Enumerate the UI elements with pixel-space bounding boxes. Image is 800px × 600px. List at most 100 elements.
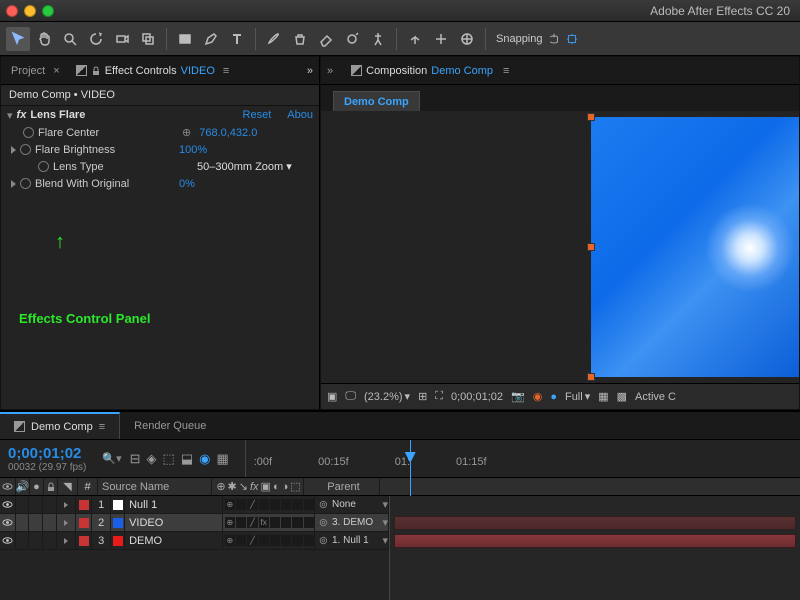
visibility-toggle[interactable] xyxy=(0,514,16,531)
layer-row[interactable]: 3 DEMO⊕╱⊚1. Null 1▾ xyxy=(0,532,389,550)
view-icon[interactable]: ▦ xyxy=(598,390,608,403)
prop-flare-center[interactable]: Flare Center ⊕ 768.0,432.0 xyxy=(1,124,319,141)
layer-name[interactable]: Null 1 xyxy=(125,496,223,513)
lens-flare-preview xyxy=(705,203,795,293)
viewer-footer: ▣ 🖵 (23.2%) ▾ ⊞ ⛶ 0;00;01;02 📷 ◉ ● Full … xyxy=(321,383,799,409)
resolution-dropdown[interactable]: Full ▾ xyxy=(565,390,590,403)
snapping-toggle[interactable]: Snapping xyxy=(496,32,579,46)
text-tool[interactable] xyxy=(225,27,249,51)
motion-blur-icon[interactable]: ◉ xyxy=(199,451,210,467)
rectangle-tool[interactable] xyxy=(173,27,197,51)
axis-world-icon[interactable] xyxy=(429,27,453,51)
timeline-tab-comp[interactable]: Demo Comp ≡ xyxy=(0,412,120,439)
layer-row[interactable]: 2VIDEO⊕╱fx⊚3. DEMO▾ xyxy=(0,514,389,532)
project-tab[interactable]: Project× xyxy=(7,57,64,84)
layer-bar[interactable] xyxy=(394,516,796,530)
grid-icon[interactable]: ⛶ xyxy=(435,390,443,403)
overflow-icon[interactable]: » xyxy=(327,65,333,77)
display-icon[interactable]: 🖵 xyxy=(345,390,356,403)
current-time[interactable]: 0;00;01;02 00032 (29.97 fps) xyxy=(8,445,86,473)
pen-tool[interactable] xyxy=(199,27,223,51)
hand-tool[interactable] xyxy=(32,27,56,51)
effect-controls-tab[interactable]: Effect Controls VIDEO ≡ xyxy=(72,57,234,84)
pan-behind-tool[interactable] xyxy=(136,27,160,51)
view-icon[interactable]: ▩ xyxy=(617,390,627,403)
axis-local-icon[interactable] xyxy=(403,27,427,51)
time-ruler[interactable]: :00f 00:15f 01: 01:15f xyxy=(245,440,792,477)
overflow-icon[interactable]: » xyxy=(307,65,313,77)
viewer-timecode[interactable]: 0;00;01;02 xyxy=(451,391,503,403)
rotation-tool[interactable] xyxy=(84,27,108,51)
layer-bar[interactable] xyxy=(394,534,796,548)
timeline-tracks[interactable] xyxy=(390,496,800,600)
transform-handle[interactable] xyxy=(587,243,595,251)
about-link[interactable]: Abou xyxy=(287,109,313,121)
clone-stamp-tool[interactable] xyxy=(288,27,312,51)
puppet-pin-tool[interactable] xyxy=(366,27,390,51)
comp-subtab[interactable]: Demo Comp xyxy=(333,91,420,112)
minimize-window-button[interactable] xyxy=(24,5,36,17)
comp-mini-icon[interactable]: ⊟ xyxy=(130,451,141,467)
axis-view-icon[interactable] xyxy=(455,27,479,51)
snapshot-icon[interactable]: 📷 xyxy=(511,390,525,403)
parent-dropdown[interactable]: ⊚None▾ xyxy=(315,496,389,513)
layer-number: 3 xyxy=(92,532,112,549)
maximize-window-button[interactable] xyxy=(42,5,54,17)
stopwatch-icon[interactable] xyxy=(23,127,34,138)
composition-canvas[interactable] xyxy=(591,117,799,377)
annotation-label: Effects Control Panel xyxy=(19,311,150,326)
breadcrumb: Demo Comp • VIDEO xyxy=(1,85,319,106)
panel-icon xyxy=(351,65,362,76)
prop-blend-original[interactable]: Blend With Original 0% xyxy=(1,175,319,192)
layer-switches[interactable]: ⊕╱fx xyxy=(223,514,315,531)
effect-header[interactable]: ▾ fx Lens Flare Reset Abou xyxy=(1,106,319,124)
transform-handle[interactable] xyxy=(587,113,595,121)
layer-row[interactable]: 1 Null 1⊕╱⊚None▾ xyxy=(0,496,389,514)
roto-brush-tool[interactable] xyxy=(340,27,364,51)
stopwatch-icon[interactable] xyxy=(20,178,31,189)
composition-tab[interactable]: Composition Demo Comp ≡ xyxy=(347,57,513,84)
layer-number: 1 xyxy=(92,496,112,513)
draft-3d-icon[interactable]: ◈ xyxy=(147,451,157,467)
graph-editor-icon[interactable]: ▦ xyxy=(216,451,228,467)
layer-list: 1Null 1⊕╱⊚None▾2VIDEO⊕╱fx⊚3. DEMO▾3DEMO⊕… xyxy=(0,496,390,600)
stopwatch-icon[interactable] xyxy=(38,161,49,172)
transform-handle[interactable] xyxy=(587,373,595,381)
app-title: Adobe After Effects CC 20 xyxy=(60,4,794,18)
prop-lens-type[interactable]: Lens Type 50–300mm Zoom ▾ xyxy=(1,158,319,175)
eraser-tool[interactable] xyxy=(314,27,338,51)
expand-toggle[interactable] xyxy=(57,496,77,513)
zoom-tool[interactable] xyxy=(58,27,82,51)
composition-viewer[interactable] xyxy=(321,111,799,383)
resolution-icon[interactable]: ⊞ xyxy=(418,390,427,403)
expand-toggle[interactable] xyxy=(57,514,77,531)
lock-icon[interactable] xyxy=(91,66,101,76)
prop-flare-brightness[interactable]: Flare Brightness 100% xyxy=(1,141,319,158)
channel-icon[interactable]: ◉ xyxy=(533,390,543,403)
zoom-dropdown[interactable]: (23.2%) ▾ xyxy=(364,390,410,403)
search-input[interactable]: 🔍▾ xyxy=(102,452,121,465)
layer-name[interactable]: VIDEO xyxy=(125,514,223,531)
parent-dropdown[interactable]: ⊚1. Null 1▾ xyxy=(315,532,389,549)
stopwatch-icon[interactable] xyxy=(20,144,31,155)
timeline-panel: Demo Comp ≡ Render Queue 0;00;01;02 0003… xyxy=(0,410,800,600)
brush-tool[interactable] xyxy=(262,27,286,51)
selection-tool[interactable] xyxy=(6,27,30,51)
expand-toggle[interactable] xyxy=(57,532,77,549)
panel-icon xyxy=(76,65,87,76)
monitor-icon[interactable]: ▣ xyxy=(327,390,337,403)
layer-name[interactable]: DEMO xyxy=(125,532,223,549)
camera-tool[interactable] xyxy=(110,27,134,51)
shy-icon[interactable]: ⬚ xyxy=(163,451,175,467)
reset-link[interactable]: Reset xyxy=(243,109,272,121)
visibility-toggle[interactable] xyxy=(0,532,16,549)
layer-switches[interactable]: ⊕╱ xyxy=(223,496,315,513)
visibility-toggle[interactable] xyxy=(0,496,16,513)
layer-switches[interactable]: ⊕╱ xyxy=(223,532,315,549)
parent-dropdown[interactable]: ⊚3. DEMO▾ xyxy=(315,514,389,531)
timeline-tab-render-queue[interactable]: Render Queue xyxy=(120,412,220,439)
view-dropdown[interactable]: Active C xyxy=(635,391,676,403)
close-icon[interactable]: × xyxy=(53,65,59,77)
close-window-button[interactable] xyxy=(6,5,18,17)
frame-blend-icon[interactable]: ⬓ xyxy=(181,451,193,467)
